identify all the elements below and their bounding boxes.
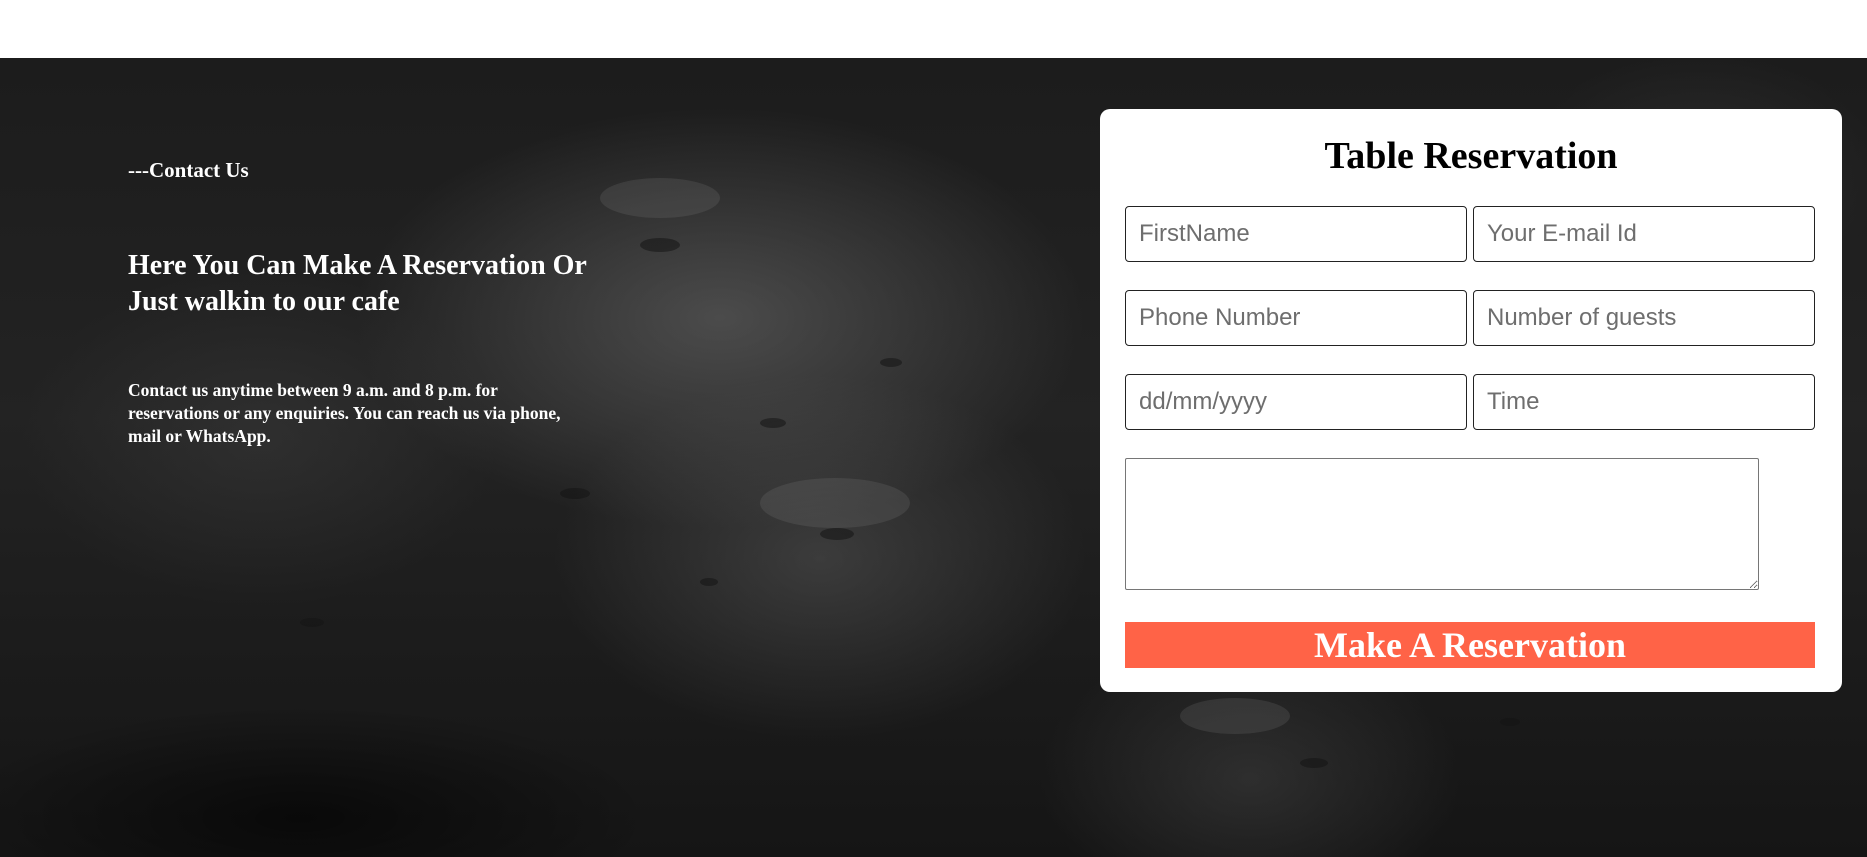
top-blank-strip (0, 0, 1867, 58)
contact-us-label: ---Contact Us (128, 158, 249, 182)
time-input[interactable] (1473, 374, 1815, 430)
first-name-input[interactable] (1125, 206, 1467, 262)
email-input[interactable] (1473, 206, 1815, 262)
phone-number-input[interactable] (1125, 290, 1467, 346)
form-title: Table Reservation (1324, 135, 1618, 177)
table-reservation-form: Table Reservation Make A Reservation (1100, 109, 1842, 692)
date-input[interactable] (1125, 374, 1467, 430)
reservation-headline: Here You Can Make A Reservation Or Just … (128, 250, 587, 317)
make-reservation-button[interactable]: Make A Reservation (1125, 622, 1815, 668)
contact-hours-text: Contact us anytime between 9 a.m. and 8 … (128, 380, 561, 446)
number-of-guests-input[interactable] (1473, 290, 1815, 346)
message-textarea[interactable] (1125, 458, 1759, 590)
